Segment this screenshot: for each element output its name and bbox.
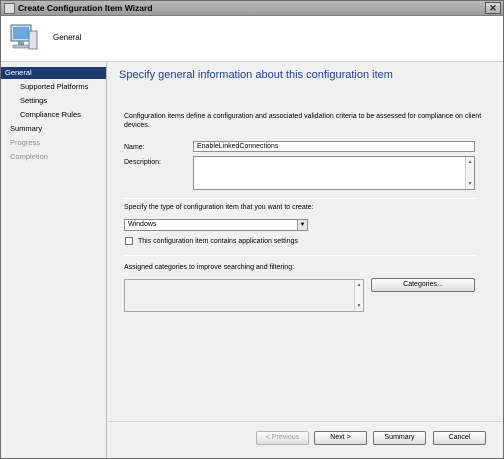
computer-icon xyxy=(10,24,38,50)
nav-item-summary[interactable]: Summary xyxy=(1,123,106,135)
nav-item-completion: Completion xyxy=(10,152,48,161)
description-input[interactable]: ▲ ▼ xyxy=(193,156,475,190)
type-select-value: Windows xyxy=(128,221,157,228)
app-settings-checkbox[interactable] xyxy=(125,237,133,245)
categories-scrollbar[interactable]: ▲ ▼ xyxy=(354,280,363,311)
nav-item-progress: Progress xyxy=(10,138,41,147)
app-icon xyxy=(4,3,15,14)
nav-item-compliance-rules[interactable]: Compliance Rules xyxy=(1,109,106,121)
wizard-window: Create Configuration Item Wizard ✕ Gener… xyxy=(0,0,504,459)
type-label: Specify the type of configuration item t… xyxy=(124,204,314,211)
summary-button[interactable]: Summary xyxy=(373,431,426,445)
scroll-down-icon[interactable]: ▼ xyxy=(466,180,474,188)
separator xyxy=(124,198,476,199)
app-settings-label: This configuration item contains applica… xyxy=(138,238,298,245)
title-bar[interactable]: Create Configuration Item Wizard ✕ xyxy=(1,1,503,16)
name-input[interactable]: EnableLinkedConnections xyxy=(193,141,475,152)
categories-label: Assigned categories to improve searching… xyxy=(124,264,295,271)
page-heading: Specify general information about this c… xyxy=(119,69,393,81)
nav-item-supported-platforms[interactable]: Supported Platforms xyxy=(1,81,106,93)
type-select[interactable]: Windows ▼ xyxy=(124,219,308,231)
wizard-header: General xyxy=(1,16,503,62)
scroll-up-icon[interactable]: ▲ xyxy=(355,281,363,289)
scroll-up-icon[interactable]: ▲ xyxy=(466,158,474,166)
close-button[interactable]: ✕ xyxy=(485,2,501,14)
description-scrollbar[interactable]: ▲ ▼ xyxy=(465,157,474,189)
scroll-down-icon[interactable]: ▼ xyxy=(355,302,363,310)
header-title: General xyxy=(53,33,82,42)
chevron-down-icon[interactable]: ▼ xyxy=(297,220,307,230)
categories-button[interactable]: Categories... xyxy=(371,278,475,292)
separator xyxy=(124,255,476,256)
intro-text: Configuration items define a configurati… xyxy=(124,113,482,129)
categories-list[interactable]: ▲ ▼ xyxy=(124,279,364,312)
wizard-nav: General Supported Platforms Settings Com… xyxy=(1,63,107,458)
cancel-button[interactable]: Cancel xyxy=(433,431,486,445)
close-icon: ✕ xyxy=(489,3,497,13)
wizard-content: Specify general information about this c… xyxy=(108,63,503,421)
name-label: Name: xyxy=(124,144,145,151)
next-button[interactable]: Next > xyxy=(314,431,367,445)
nav-item-general[interactable]: General xyxy=(1,67,106,79)
nav-item-settings[interactable]: Settings xyxy=(1,95,106,107)
wizard-footer: < Previous Next > Summary Cancel xyxy=(108,421,503,458)
previous-button[interactable]: < Previous xyxy=(256,431,309,445)
window-title: Create Configuration Item Wizard xyxy=(18,3,153,13)
description-label: Description: xyxy=(124,159,161,166)
